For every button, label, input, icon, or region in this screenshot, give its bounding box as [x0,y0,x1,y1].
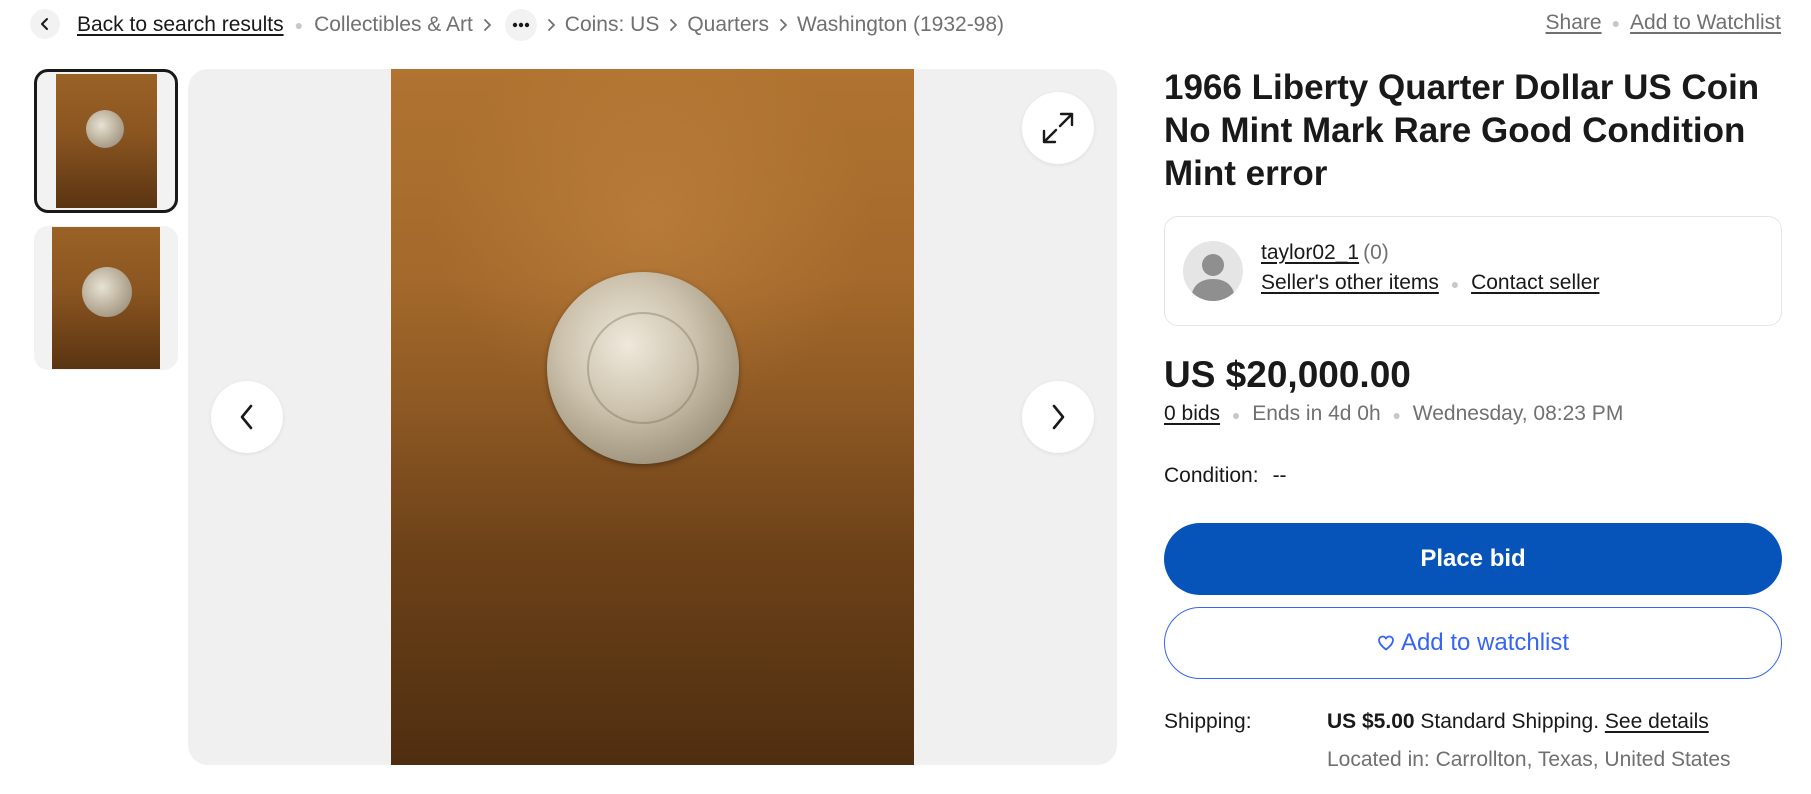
seller-links: Seller's other items ● Contact seller [1261,271,1599,295]
separator-dot: ● [1450,276,1460,292]
top-actions: Share ● Add to Watchlist [1546,11,1781,35]
chevron-right-icon [546,18,556,32]
shipping-value: US $5.00 Standard Shipping. See details [1327,710,1709,734]
chevron-right-icon [482,18,492,32]
user-icon [1191,254,1235,301]
shipping-cost: US $5.00 [1327,710,1415,733]
avatar[interactable] [1183,241,1243,301]
add-to-watchlist-button[interactable]: Add to watchlist [1164,607,1782,679]
thumbnail-2[interactable] [34,226,178,370]
breadcrumb-item-collectibles[interactable]: Collectibles & Art [314,13,473,37]
shipping-label: Shipping: [1164,710,1252,733]
heart-icon [1377,634,1395,652]
chevron-left-icon [41,18,48,30]
chevron-right-icon [778,18,788,32]
bid-info: 0 bids ● Ends in 4d 0h ● Wednesday, 08:2… [1164,402,1623,426]
ends-in: Ends in 4d 0h [1252,402,1381,425]
expand-icon [1042,112,1074,144]
breadcrumb-item-quarters[interactable]: Quarters [687,13,769,37]
item-location: Located in: Carrollton, Texas, United St… [1327,748,1731,771]
more-dots-icon [512,22,529,28]
separator-dot: ● [1611,15,1621,31]
separator-dot: ● [1231,407,1241,423]
thumbnail-image [55,74,157,208]
seller-name-link[interactable]: taylor02_1 [1261,241,1359,264]
seller-feedback: (0) [1363,241,1389,264]
seller-name-row: taylor02_1 (0) [1261,241,1389,265]
thumbnail-1[interactable] [34,69,178,213]
next-image-button[interactable] [1022,381,1094,453]
image-viewer [188,69,1117,765]
add-to-watchlist-link[interactable]: Add to Watchlist [1630,11,1781,35]
see-details-link[interactable]: See details [1605,710,1709,733]
main-product-image[interactable] [391,69,914,765]
shipping-method: Standard Shipping. [1420,710,1600,733]
coin-image [85,110,124,148]
end-time: Wednesday, 08:23 PM [1412,402,1624,425]
seller-other-items-link[interactable]: Seller's other items [1261,271,1439,294]
top-bar: Back to search results ● Collectibles & … [0,0,1811,50]
back-button[interactable] [30,9,60,39]
separator-dot: ● [1392,407,1401,423]
condition: Condition: -- [1164,464,1287,488]
breadcrumb: Back to search results ● Collectibles & … [77,9,1004,41]
bids-link[interactable]: 0 bids [1164,402,1220,425]
condition-label: Condition: [1164,464,1259,487]
add-to-watchlist-label: Add to watchlist [1400,629,1570,656]
share-link[interactable]: Share [1546,11,1602,35]
listing-title: 1966 Liberty Quarter Dollar US Coin No M… [1164,68,1760,193]
seller-card: taylor02_1 (0) Seller's other items ● Con… [1164,216,1782,326]
coin-image [547,272,739,464]
separator-dot: ● [294,17,304,33]
breadcrumb-more-button[interactable] [504,9,537,41]
coin-image [82,267,132,317]
fullscreen-button[interactable] [1022,92,1094,164]
previous-image-button[interactable] [211,381,283,453]
coin-portrait [587,312,699,424]
contact-seller-link[interactable]: Contact seller [1471,271,1599,294]
price: US $20,000.00 [1164,354,1411,395]
thumbnail-image [52,227,160,369]
place-bid-label: Place bid [1420,545,1526,572]
chevron-left-icon [240,404,253,430]
back-to-search-link[interactable]: Back to search results [77,13,284,37]
breadcrumb-item-washington[interactable]: Washington (1932-98) [797,13,1004,37]
place-bid-button[interactable]: Place bid [1164,523,1782,595]
breadcrumb-item-coins-us[interactable]: Coins: US [565,13,660,37]
chevron-right-icon [668,18,678,32]
condition-value: -- [1272,464,1287,487]
chevron-right-icon [1052,404,1065,430]
